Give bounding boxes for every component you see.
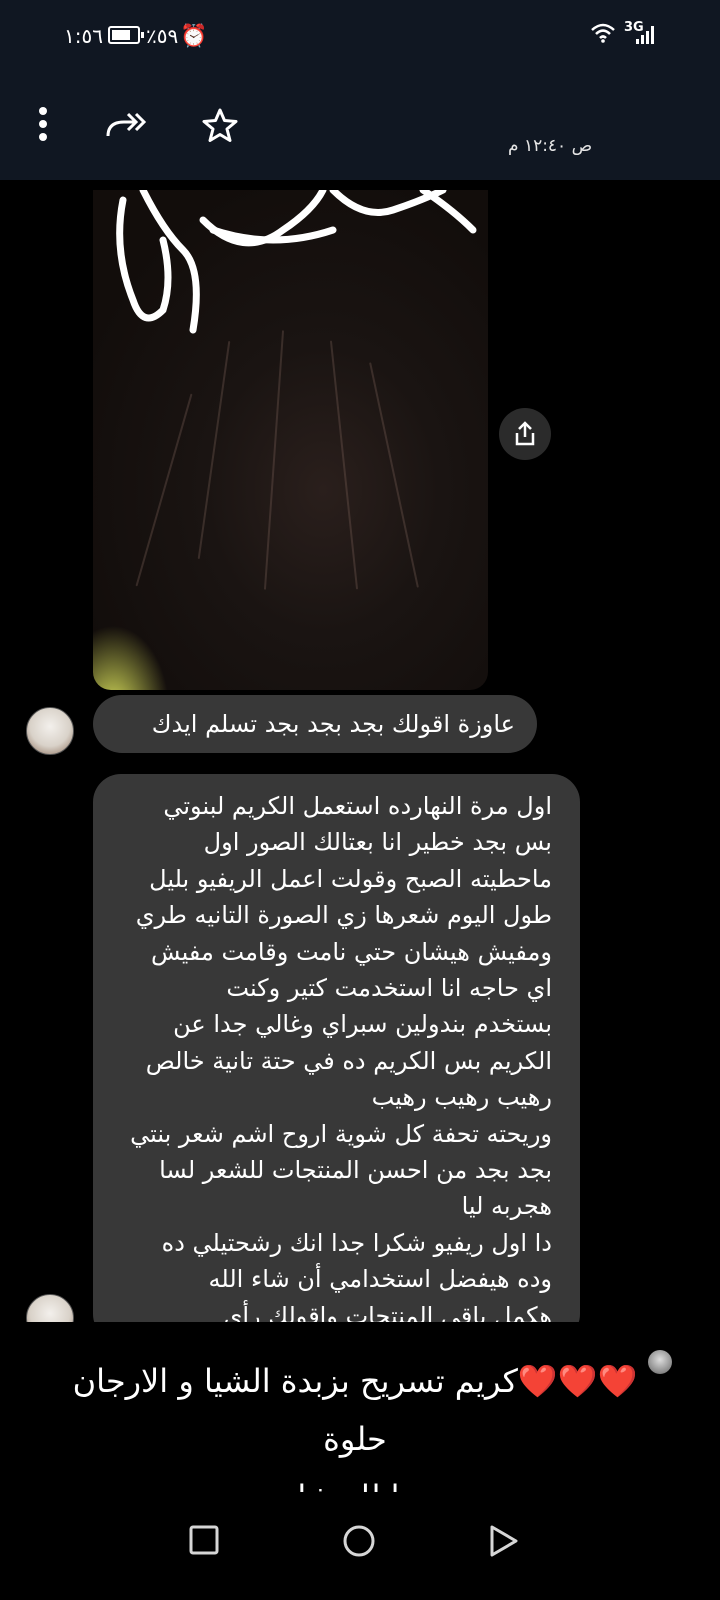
more-vert-icon[interactable] (38, 106, 48, 148)
alarm-icon: ⏰ (180, 24, 208, 49)
star-icon[interactable] (202, 108, 238, 148)
triangle-back-icon[interactable] (488, 1524, 520, 1562)
navigation-bar (0, 1492, 720, 1600)
message-line: اول مرة النهارده استعمل الكريم لبنوتي (163, 792, 552, 820)
message-timestamp: ص ١٢:٤٠ م (508, 136, 593, 156)
message-line: بستخدم بندولين سبراي وغالي جدا عن (173, 1010, 552, 1039)
comment-line-1: كريم تسريح بزبدة الشيا و الارجان حلوة (72, 1362, 518, 1458)
message-line: الكريم بس الكريم ده في حتة تانية خالص (145, 1046, 552, 1075)
status-time: ١:٥٦ (64, 24, 103, 48)
message-line: وريحته تحفة كل شوية اروح اشم شعر بنتي (130, 1119, 552, 1148)
share-button[interactable] (499, 408, 551, 460)
message-line: اي حاجه انا استخدمت كتير وكنت (226, 974, 552, 1003)
message-line: هجربه ليا (461, 1192, 552, 1221)
top-bar: ١:٥٦ ٪٥٩ ⏰ 3G ص ١٢:٤٠ م (0, 0, 720, 180)
wifi-icon (590, 22, 616, 50)
hair-strand (329, 340, 359, 590)
hair-strand (369, 362, 419, 588)
message-line: طول اليوم شعرها زي الصورة التانيه طري (135, 901, 552, 930)
hair-strand (135, 393, 193, 587)
battery-icon (108, 26, 144, 44)
share-icon (515, 421, 535, 446)
hair-strand (263, 330, 285, 590)
message-line: بس بجد خطير انا بعتالك الصور اول (203, 828, 552, 857)
message-line: وده هيفضل استخدامي أن شاء الله (208, 1265, 552, 1294)
battery-percent: ٪٥٩ (146, 24, 179, 48)
avatar[interactable] (26, 707, 74, 755)
heart-icons: ❤️❤️❤️ (517, 1362, 638, 1400)
message-bubble[interactable]: عاوزة اقولك بجد بجد بجد تسلم ايدك (93, 695, 537, 753)
shared-photo[interactable] (93, 190, 488, 690)
message-bubble[interactable]: اول مرة النهارده استعمل الكريم لبنوتي بس… (93, 774, 580, 1342)
message-line: ومفيش هيشان حتي نامت وقامت مفيش (151, 937, 552, 966)
message-line: بجد بجد من احسن المنتجات للشعر لسا (159, 1156, 552, 1185)
message-line: دا اول ريفيو شكرا جدا انك رشحتيلي ده (161, 1228, 552, 1257)
comment-overlay: ❤️❤️❤️كريم تسريح بزبدة الشيا و الارجان ح… (0, 1322, 720, 1516)
status-bar: ١:٥٦ ٪٥٩ ⏰ 3G (0, 18, 720, 54)
forward-all-icon[interactable] (104, 108, 148, 146)
circle-icon[interactable] (342, 1524, 376, 1562)
hair-strand (197, 340, 231, 560)
signal-icon (636, 26, 658, 44)
photo-scribble (116, 190, 477, 334)
message-line: رهيب رهيب رهيب (371, 1083, 552, 1112)
message-line: ماحطيته الصبح وقولت اعمل الريفيو بليل (149, 864, 552, 893)
square-icon[interactable] (188, 1524, 220, 1560)
